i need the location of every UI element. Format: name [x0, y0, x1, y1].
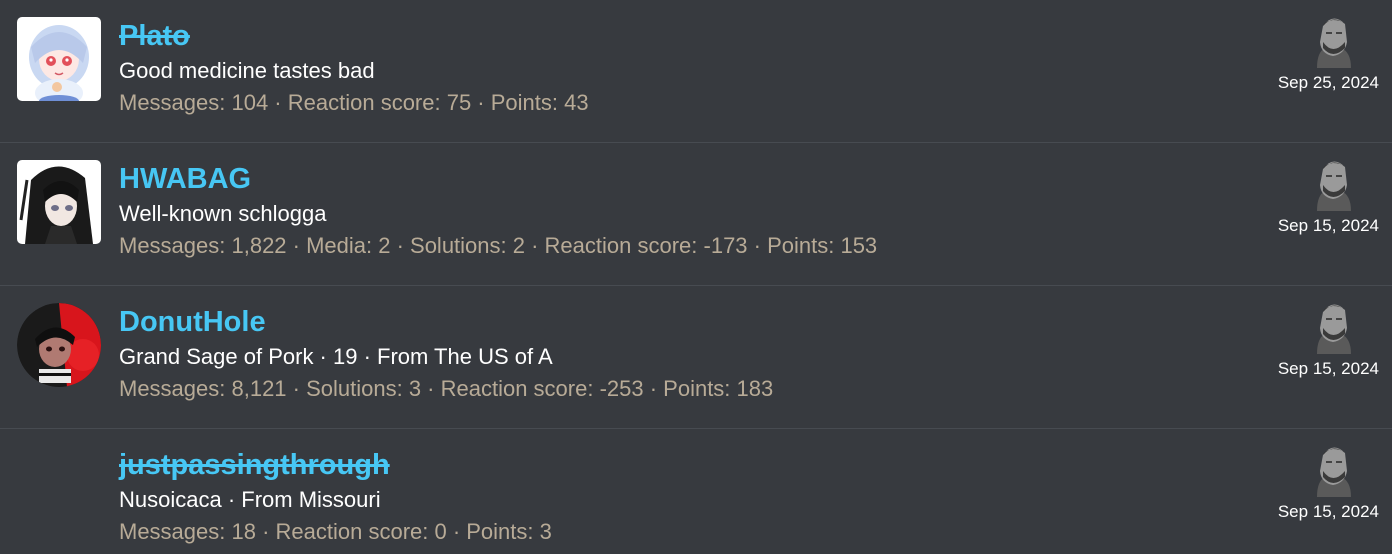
member-title: Well-known schlogga — [119, 201, 327, 226]
member-stats: Messages: 18 · Reaction score: 0 · Point… — [119, 519, 552, 544]
member-username-link[interactable]: DonutHole — [119, 305, 266, 339]
join-date: Sep 25, 2024 — [1277, 73, 1379, 92]
member-username-link[interactable]: Plato — [119, 19, 190, 53]
join-date: Sep 15, 2024 — [1277, 359, 1379, 378]
red-black-anime-avatar-icon — [17, 303, 101, 387]
join-date: Sep 15, 2024 — [1277, 216, 1379, 235]
member-avatar[interactable] — [17, 303, 101, 387]
join-date: Sep 15, 2024 — [1277, 502, 1379, 521]
member-username-link[interactable]: justpassingthrough — [119, 448, 390, 482]
list-item: justpassingthrough Nusoicaca · From Miss… — [0, 429, 1392, 554]
member-title: Good medicine tastes bad — [119, 58, 375, 83]
list-item: HWABAG Well-known schlogga Messages: 1,8… — [0, 143, 1392, 286]
gigachad-avatar-icon[interactable] — [1307, 12, 1359, 68]
member-username-link[interactable]: HWABAG — [119, 162, 251, 196]
list-item: Plato Good medicine tastes bad Messages:… — [0, 0, 1392, 143]
anime-girl-avatar-icon — [17, 17, 101, 101]
member-title: Grand Sage of Pork · 19 · From The US of… — [119, 344, 553, 369]
gigachad-avatar-icon[interactable] — [1307, 441, 1359, 497]
member-stats: Messages: 1,822 · Media: 2 · Solutions: … — [119, 233, 878, 258]
dark-hair-anime-avatar-icon — [17, 160, 101, 244]
gigachad-avatar-icon[interactable] — [1307, 298, 1359, 354]
member-stats: Messages: 8,121 · Solutions: 3 · Reactio… — [119, 376, 774, 401]
list-item: DonutHole Grand Sage of Pork · 19 · From… — [0, 286, 1392, 429]
member-avatar[interactable] — [17, 160, 101, 244]
member-avatar[interactable] — [17, 17, 101, 101]
member-title: Nusoicaca · From Missouri — [119, 487, 381, 512]
member-list: Plato Good medicine tastes bad Messages:… — [0, 0, 1392, 554]
member-stats: Messages: 104 · Reaction score: 75 · Poi… — [119, 90, 589, 115]
gigachad-avatar-icon[interactable] — [1307, 155, 1359, 211]
